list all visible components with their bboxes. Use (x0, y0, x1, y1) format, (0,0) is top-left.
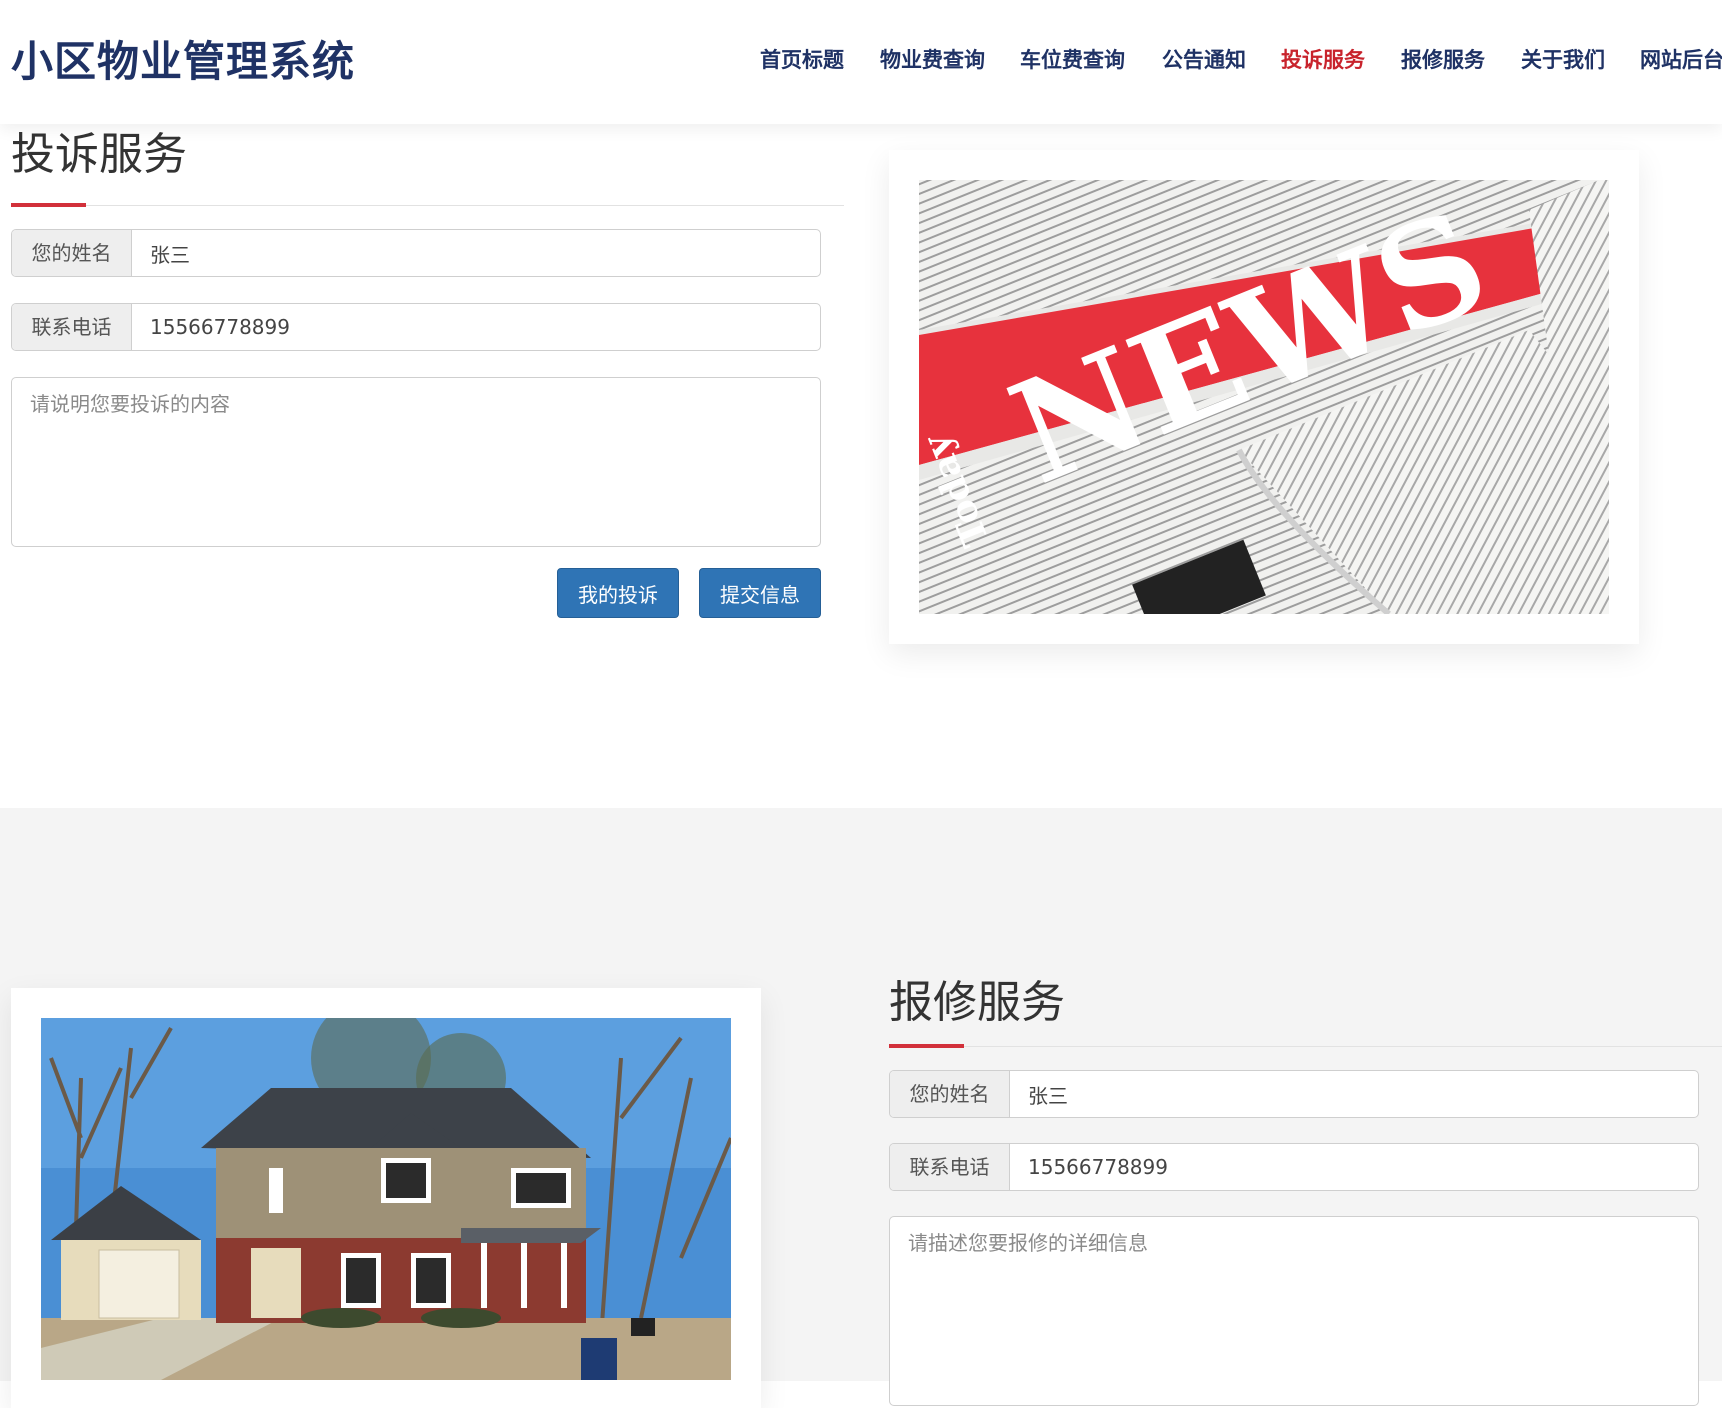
repair-section: 报修服务 您的姓名 联系电话 (0, 808, 1722, 1408)
complaint-phone-input[interactable] (132, 304, 820, 350)
repair-name-group: 您的姓名 (889, 1070, 1699, 1118)
nav-item-parking-fee[interactable]: 车位费查询 (1020, 44, 1125, 74)
newspaper-image: NEWS Today (919, 180, 1609, 614)
repair-content-textarea[interactable] (889, 1216, 1699, 1406)
complaint-title-accent (11, 203, 86, 207)
repair-phone-label: 联系电话 (890, 1144, 1010, 1190)
nav-item-admin[interactable]: 网站后台 (1640, 44, 1722, 74)
complaint-photo-card: NEWS Today (889, 150, 1639, 644)
complaint-phone-group: 联系电话 (11, 303, 821, 351)
complaint-name-group: 您的姓名 (11, 229, 821, 277)
repair-name-label: 您的姓名 (890, 1071, 1010, 1117)
nav-item-repairs[interactable]: 报修服务 (1401, 44, 1485, 74)
repair-title: 报修服务 (889, 977, 1065, 1028)
repair-photo-card (11, 988, 761, 1408)
repair-phone-group: 联系电话 (889, 1143, 1699, 1191)
house-image (41, 1018, 731, 1380)
repair-phone-input[interactable] (1010, 1144, 1698, 1190)
nav-item-home[interactable]: 首页标题 (760, 44, 844, 74)
my-complaints-button[interactable]: 我的投诉 (557, 568, 679, 618)
site-brand[interactable]: 小区物业管理系统 (11, 28, 355, 89)
complaint-section: 投诉服务 您的姓名 联系电话 我的投诉 提交信息 (0, 124, 1722, 808)
repair-title-rule (889, 1046, 1722, 1047)
complaint-name-input[interactable] (132, 230, 820, 276)
complaint-content-textarea[interactable] (11, 377, 821, 547)
nav-item-about[interactable]: 关于我们 (1521, 44, 1605, 74)
nav-item-notices[interactable]: 公告通知 (1162, 44, 1246, 74)
complaint-title-rule (11, 205, 844, 206)
complaint-title: 投诉服务 (11, 129, 187, 180)
submit-complaint-button[interactable]: 提交信息 (699, 568, 821, 618)
repair-title-accent (889, 1044, 964, 1048)
house-photo (41, 1018, 731, 1380)
complaint-phone-label: 联系电话 (12, 304, 132, 350)
site-header: 小区物业管理系统 首页标题 物业费查询 车位费查询 公告通知 投诉服务 报修服务… (0, 0, 1722, 124)
nav-item-complaints[interactable]: 投诉服务 (1281, 44, 1365, 74)
complaint-name-label: 您的姓名 (12, 230, 132, 276)
nav-item-property-fee[interactable]: 物业费查询 (880, 44, 985, 74)
newspaper-photo: NEWS Today (919, 180, 1609, 614)
main-nav: 首页标题 物业费查询 车位费查询 公告通知 投诉服务 报修服务 关于我们 网站后… (760, 44, 1722, 74)
repair-name-input[interactable] (1010, 1071, 1698, 1117)
